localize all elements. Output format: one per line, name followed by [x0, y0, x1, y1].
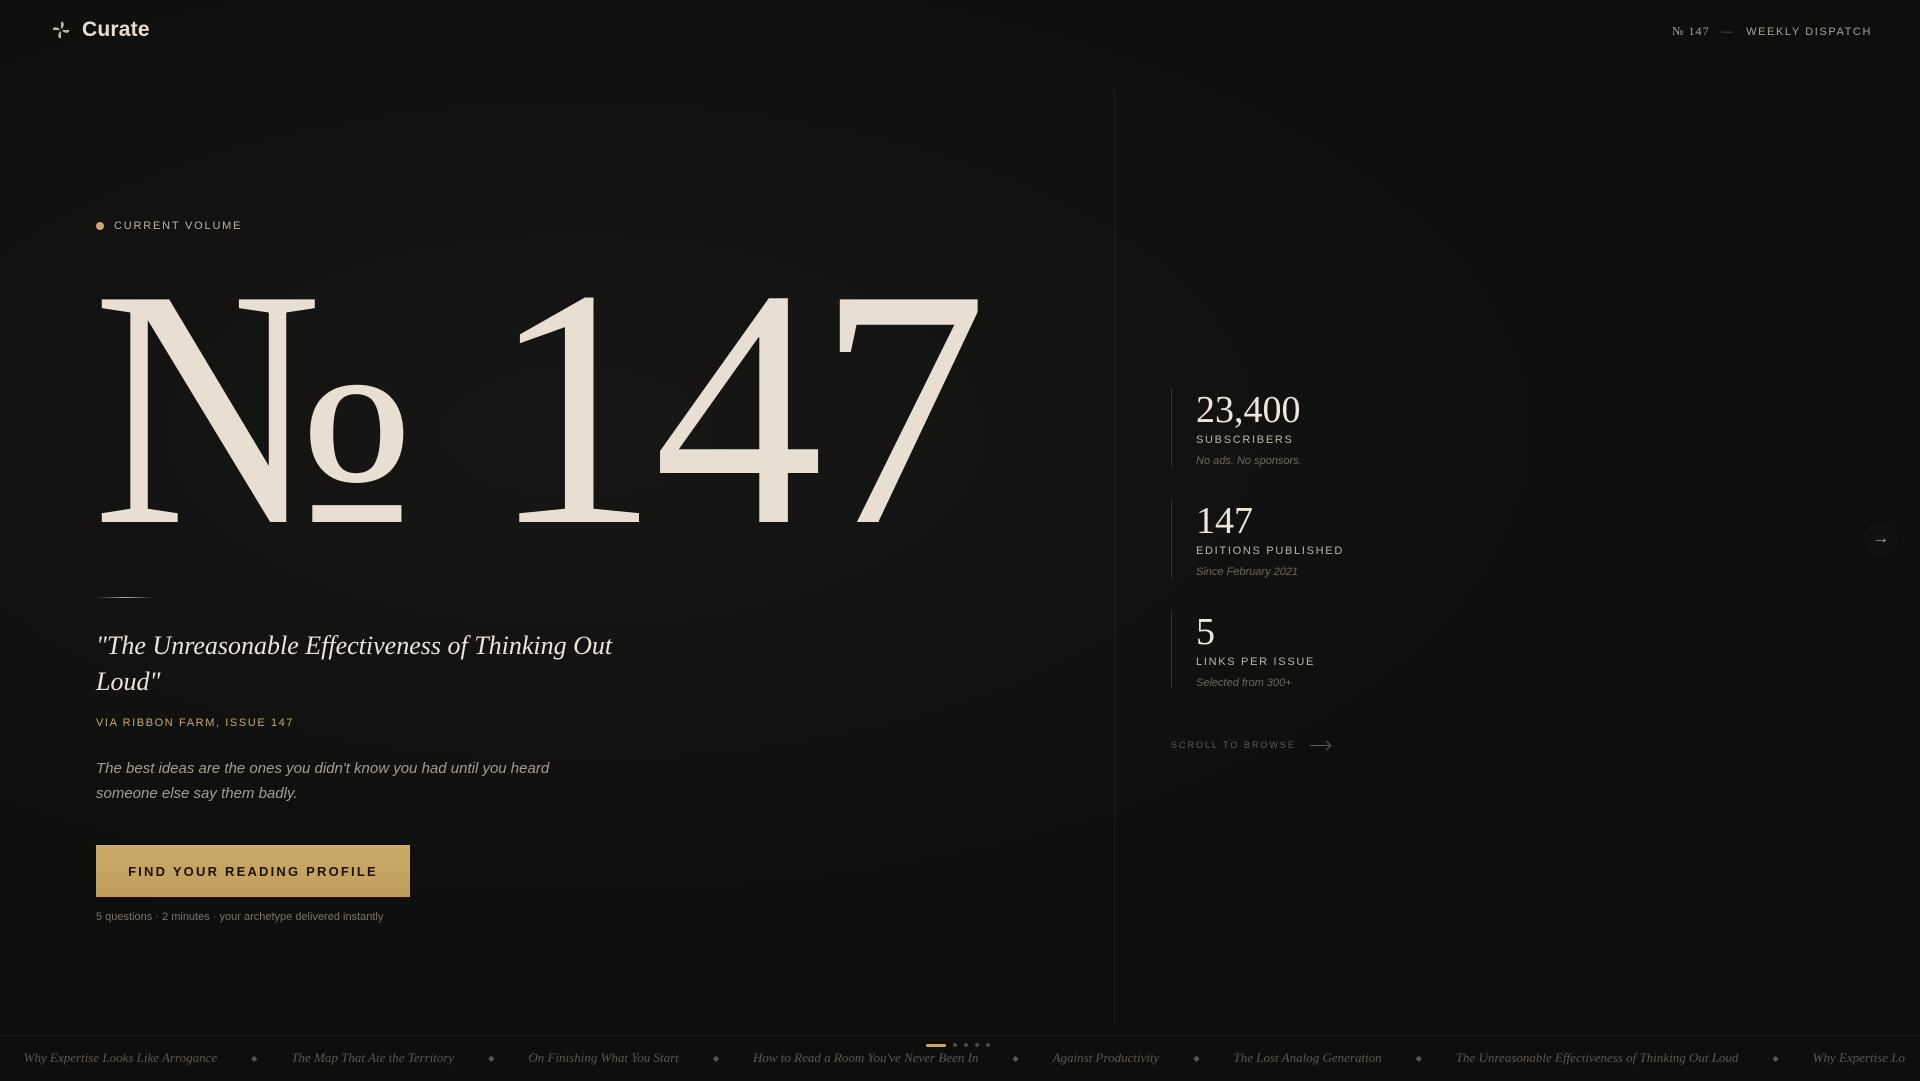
stat-note: Selected from 300+: [1196, 677, 1292, 689]
stat-value: 5: [1196, 611, 1215, 653]
next-slide-button[interactable]: →: [1864, 522, 1898, 556]
pinwheel-icon: [52, 21, 70, 39]
diamond-separator-icon: ◆: [251, 1053, 258, 1063]
brand-logo[interactable]: Curate: [50, 18, 150, 42]
stat-label: LINKS PER ISSUE: [1196, 656, 1316, 668]
ticker-headline-link[interactable]: On Finishing What You Start: [528, 1050, 678, 1066]
ticker-track: oud◆Why Expertise Looks Like Arrogance◆T…: [0, 1050, 1905, 1066]
nav-weekly-dispatch-link[interactable]: WEEKLY DISPATCH: [1746, 26, 1872, 38]
scroll-hint-label: SCROLL TO BROWSE: [1171, 740, 1296, 750]
issue-number-display: № 147: [92, 219, 987, 596]
stat-editions: 147 EDITIONS PUBLISHED Since February 20…: [1171, 499, 1344, 578]
ticker-headline-link[interactable]: The Lost Analog Generation: [1233, 1050, 1381, 1066]
ticker-headline-link[interactable]: Why Expertise Lo: [1813, 1050, 1905, 1066]
cta-meta-text: 5 questions · 2 minutes · your archetype…: [96, 911, 384, 923]
stats-panel: 23,400 SUBSCRIBERS No ads. No sponsors. …: [1171, 388, 1344, 721]
diamond-separator-icon: ◆: [1193, 1053, 1200, 1063]
stat-label: SUBSCRIBERS: [1196, 434, 1294, 446]
ticker-headline-link[interactable]: The Unreasonable Effectiveness of Thinki…: [1456, 1050, 1739, 1066]
diamond-separator-icon: ◆: [1012, 1053, 1019, 1063]
stat-links: 5 LINKS PER ISSUE Selected from 300+: [1171, 610, 1344, 689]
vertical-divider: [1114, 90, 1115, 1025]
diamond-separator-icon: ◆: [712, 1053, 719, 1063]
brand-name: Curate: [82, 18, 150, 41]
diamond-separator-icon: ◆: [488, 1053, 495, 1063]
diamond-separator-icon: ◆: [1772, 1053, 1779, 1063]
diamond-separator-icon: ◆: [1415, 1053, 1422, 1063]
featured-quote: "The Unreasonable Effectiveness of Think…: [96, 631, 613, 696]
stat-label: EDITIONS PUBLISHED: [1196, 545, 1344, 557]
stat-note: Since February 2021: [1196, 566, 1299, 578]
stat-note: No ads. No sponsors.: [1196, 455, 1302, 467]
ticker-headline-link[interactable]: Why Expertise Looks Like Arrogance: [24, 1050, 218, 1066]
stat-value: 23,400: [1196, 389, 1301, 431]
arrow-right-icon: [1309, 744, 1330, 746]
headline-ticker: oud◆Why Expertise Looks Like Arrogance◆T…: [0, 1035, 1920, 1081]
ticker-headline-link[interactable]: Against Productivity: [1053, 1050, 1160, 1066]
ticker-headline-link[interactable]: The Map That Ate the Territory: [291, 1050, 454, 1066]
hero-description: The best ideas are the ones you didn't k…: [96, 760, 550, 802]
scroll-to-browse[interactable]: SCROLL TO BROWSE: [1171, 740, 1330, 750]
stat-value: 147: [1196, 500, 1253, 542]
nav-separator: —: [1721, 25, 1735, 38]
top-nav: № 147 — WEEKLY DISPATCH: [1672, 24, 1872, 39]
find-reading-profile-button[interactable]: FIND YOUR READING PROFILE: [96, 845, 410, 897]
arrow-right-icon: →: [1873, 530, 1889, 547]
ticker-headline-link[interactable]: How to Read a Room You've Never Been In: [753, 1050, 978, 1066]
stat-subscribers: 23,400 SUBSCRIBERS No ads. No sponsors.: [1171, 388, 1344, 467]
quote-source: VIA RIBBON FARM, ISSUE 147: [96, 717, 295, 729]
gold-rule-divider: [96, 597, 154, 598]
nav-issue-number[interactable]: № 147: [1672, 24, 1709, 39]
